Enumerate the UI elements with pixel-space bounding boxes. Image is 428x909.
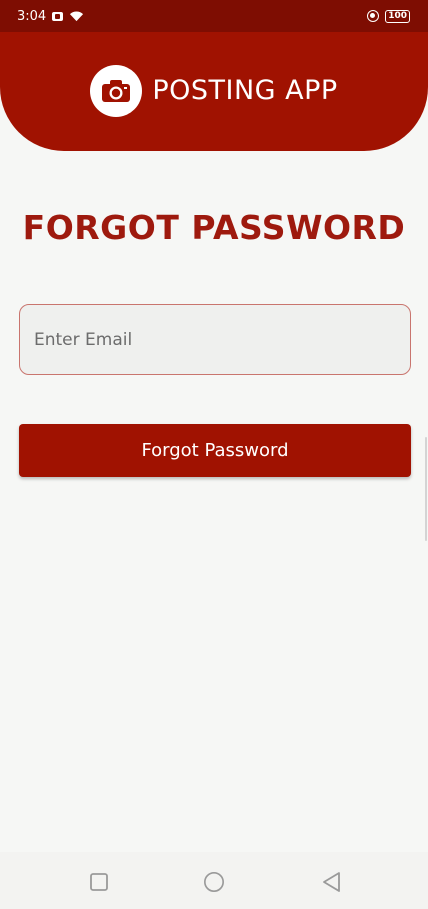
page-title: FORGOT PASSWORD [22, 208, 406, 247]
forgot-password-screen: 3:04 100 POSTING APP FORGOT PASSWORD For… [0, 0, 428, 909]
status-right: 100 [367, 9, 410, 23]
scroll-indicator [425, 437, 427, 541]
circle-icon [204, 872, 224, 892]
logo [90, 64, 143, 117]
email-field[interactable] [19, 304, 411, 375]
back-button[interactable] [321, 871, 343, 893]
camera-icon [102, 79, 131, 102]
home-button[interactable] [203, 871, 225, 893]
status-left: 3:04 [17, 9, 84, 24]
triangle-back-icon [323, 872, 340, 892]
wifi-icon [70, 11, 84, 22]
data-saver-icon [367, 10, 380, 22]
forgot-password-button[interactable]: Forgot Password [19, 424, 411, 477]
status-time: 3:04 [17, 8, 47, 24]
status-bar: 3:04 100 [0, 0, 428, 32]
recents-button[interactable] [88, 871, 110, 893]
battery-icon: 100 [385, 9, 410, 23]
app-header: POSTING APP [0, 32, 428, 151]
square-icon [90, 873, 108, 891]
app-title: POSTING APP [152, 75, 338, 106]
message-notification-icon [52, 11, 64, 21]
system-nav-bar [0, 852, 428, 909]
